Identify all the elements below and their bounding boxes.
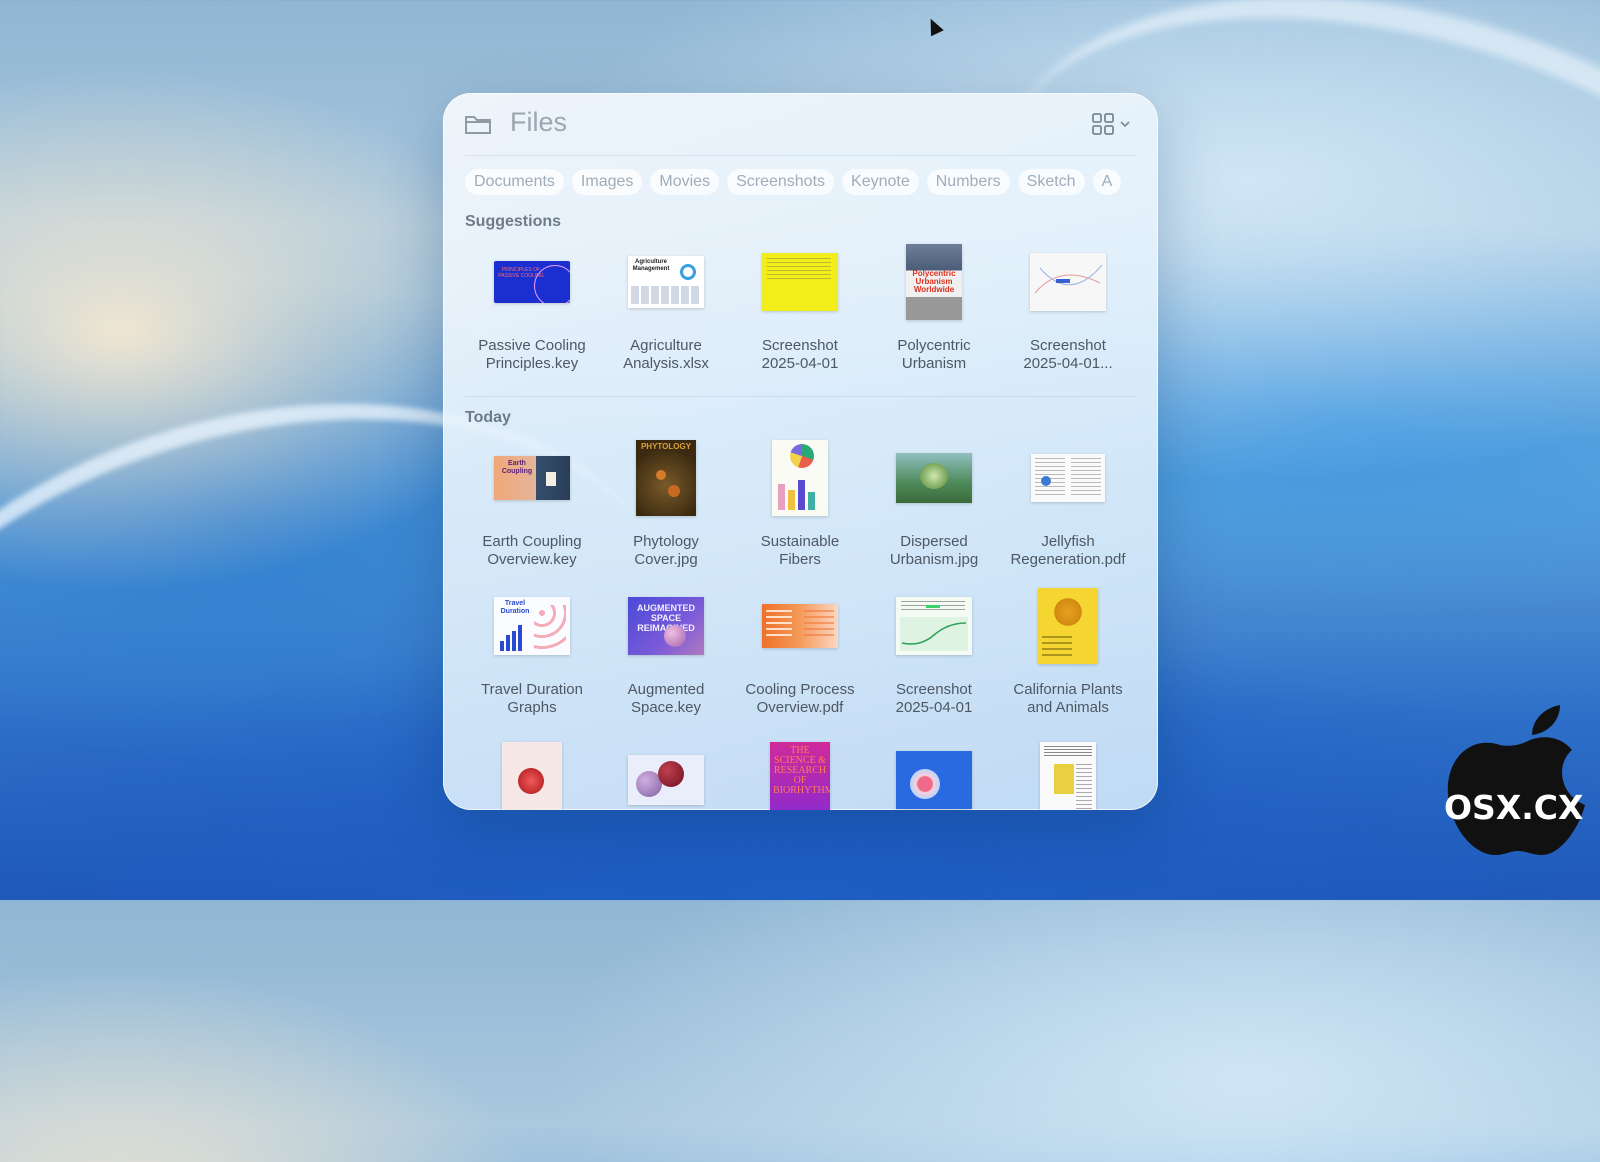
divider: [465, 155, 1136, 156]
file-item-screenshot-2[interactable]: Screenshot 2025-04-01...: [1001, 243, 1135, 373]
file-item-partial[interactable]: [867, 741, 1001, 810]
file-item-partial[interactable]: [599, 741, 733, 810]
filter-sketch[interactable]: Sketch: [1017, 169, 1085, 195]
file-thumbnail: [1030, 253, 1106, 311]
file-item-agriculture-analysis[interactable]: Agriculture Management Agriculture Analys…: [599, 243, 733, 373]
file-item-screenshot-1[interactable]: Screenshot 2025-04-01: [733, 243, 867, 373]
file-thumbnail: AUGMENTED SPACE REIMAGINED: [628, 597, 704, 655]
file-thumbnail: [896, 453, 972, 503]
file-item-earth-coupling[interactable]: Earth Coupling Earth Coupling Overview.ke…: [465, 439, 599, 569]
file-name: California Plants and Animals: [1013, 681, 1123, 716]
thumbnail-text: Earth Coupling: [501, 460, 533, 475]
file-thumbnail: [502, 742, 562, 810]
file-thumbnail: PHYTOLOGY: [636, 440, 696, 516]
file-thumbnail: [628, 755, 704, 805]
file-thumbnail: Polycentric Urbanism Worldwide: [906, 244, 962, 320]
filter-images[interactable]: Images: [571, 169, 643, 195]
file-name: Dispersed Urbanism.jpg: [889, 533, 979, 568]
filter-chips: Documents Images Movies Screenshots Keyn…: [465, 169, 1158, 197]
file-name: Earth Coupling Overview.key: [482, 533, 582, 568]
window-title: Files: [510, 107, 568, 137]
file-item-screenshot-3[interactable]: Screenshot 2025-04-01: [867, 587, 1001, 717]
file-name: Screenshot 2025-04-01: [761, 337, 839, 372]
view-mode-button[interactable]: [1092, 111, 1136, 137]
filter-keynote[interactable]: Keynote: [842, 169, 919, 195]
file-item-phytology-cover[interactable]: PHYTOLOGY Phytology Cover.jpg: [599, 439, 733, 569]
file-name: Polycentric Urbanism: [897, 337, 971, 372]
thumbnail-text: THE SCIENCE & RESEARCH OF BIORHYTHMS: [773, 745, 830, 796]
file-thumbnail: [762, 253, 838, 311]
grid-view-icon: [1092, 113, 1114, 135]
file-item-dispersed-urbanism[interactable]: Dispersed Urbanism.jpg: [867, 439, 1001, 569]
thumbnail-text: Polycentric Urbanism Worldwide: [912, 269, 956, 294]
file-item-cooling-process[interactable]: Cooling Process Overview.pdf: [733, 587, 867, 717]
filter-more[interactable]: A: [1092, 169, 1122, 195]
panel-header: Files: [443, 93, 1158, 155]
file-thumbnail: [1040, 742, 1096, 810]
file-name: Passive Cooling Principles.key: [478, 337, 586, 372]
file-item-partial[interactable]: THE SCIENCE & RESEARCH OF BIORHYTHMS: [733, 741, 867, 810]
thumbnail-text: Agriculture Management: [632, 259, 670, 272]
file-thumbnail: [1038, 588, 1098, 664]
file-thumbnail: [896, 751, 972, 809]
file-thumbnail: [762, 604, 838, 648]
file-thumbnail: THE SCIENCE & RESEARCH OF BIORHYTHMS: [770, 742, 830, 810]
file-name: Sustainable Fibers: [760, 533, 840, 568]
file-thumbnail: Travel Duration: [494, 597, 570, 655]
file-item-sustainable-fibers[interactable]: Sustainable Fibers: [733, 439, 867, 569]
thumbnail-text: PHYTOLOGY: [640, 442, 692, 451]
file-item-partial[interactable]: [1001, 741, 1135, 810]
mouse-pointer-icon: [924, 15, 944, 37]
section-title-suggestions: Suggestions: [465, 213, 562, 230]
file-name: Screenshot 2025-04-01...: [1023, 337, 1113, 372]
watermark-text: OSX.CX: [1444, 788, 1584, 827]
file-item-augmented-space[interactable]: AUGMENTED SPACE REIMAGINED AugmentedSpac…: [599, 587, 733, 717]
today-row-1: Earth Coupling Earth Coupling Overview.ke…: [465, 439, 1145, 569]
filter-numbers[interactable]: Numbers: [926, 169, 1010, 195]
file-thumbnail: Agriculture Management: [628, 256, 704, 308]
divider: [465, 396, 1136, 397]
file-item-california-plants[interactable]: California Plants and Animals: [1001, 587, 1135, 717]
file-thumbnail: Earth Coupling: [494, 456, 570, 500]
file-item-passive-cooling[interactable]: PRINCIPLES OF PASSIVE COOLING Passive Co…: [465, 243, 599, 373]
file-item-partial[interactable]: [465, 741, 599, 810]
file-item-travel-duration[interactable]: Travel Duration Travel Duration Graphs: [465, 587, 599, 717]
section-title-today: Today: [465, 409, 511, 426]
file-thumbnail: [772, 440, 828, 516]
file-name: Jellyfish Regeneration.pdf: [1010, 533, 1126, 568]
file-name: Phytology Cover.jpg: [633, 533, 699, 568]
thumbnail-text: Travel Duration: [500, 600, 530, 615]
file-name: Augmented Space.key: [627, 681, 705, 716]
file-thumbnail: [896, 597, 972, 655]
file-name: Agriculture Analysis.xlsx: [623, 337, 709, 372]
files-panel: Files Documents Images Movies Screenshot…: [443, 93, 1158, 810]
folder-icon: [465, 116, 491, 134]
filter-movies[interactable]: Movies: [650, 169, 720, 195]
file-name: Cooling Process Overview.pdf: [745, 681, 855, 716]
file-item-polycentric-urbanism[interactable]: Polycentric Urbanism Worldwide Polycentr…: [867, 243, 1001, 373]
file-item-jellyfish-regeneration[interactable]: Jellyfish Regeneration.pdf: [1001, 439, 1135, 569]
filter-screenshots[interactable]: Screenshots: [727, 169, 835, 195]
file-name: Travel Duration Graphs: [481, 681, 583, 716]
file-thumbnail: [1031, 454, 1105, 502]
chevron-down-icon: [1120, 121, 1130, 128]
suggestions-row: PRINCIPLES OF PASSIVE COOLING Passive Co…: [465, 243, 1145, 373]
file-thumbnail: PRINCIPLES OF PASSIVE COOLING: [494, 261, 570, 303]
today-row-3: THE SCIENCE & RESEARCH OF BIORHYTHMS: [465, 741, 1145, 810]
today-row-2: Travel Duration Travel Duration Graphs AU…: [465, 587, 1145, 717]
apple-logo-icon: [1447, 705, 1585, 855]
filter-documents[interactable]: Documents: [465, 169, 564, 195]
bar-graph-icon: [500, 625, 522, 651]
file-name: Screenshot 2025-04-01: [895, 681, 973, 716]
